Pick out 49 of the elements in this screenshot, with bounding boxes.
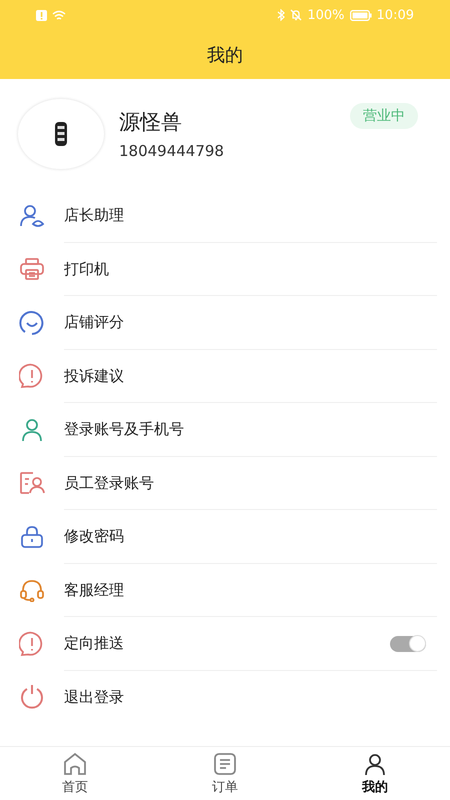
menu-item[interactable]: 店铺评分: [0, 296, 450, 350]
clock-time: 10:09: [376, 8, 414, 22]
battery-percent: 100%: [307, 8, 345, 22]
phone-number: 18049444798: [119, 142, 224, 160]
menu-item[interactable]: 投诉建议: [0, 350, 450, 403]
menu-item[interactable]: 打印机: [0, 242, 450, 296]
menu-label: 店铺评分: [64, 313, 125, 332]
page-title: 我的: [207, 44, 243, 68]
smile-icon: [19, 310, 45, 336]
bell-muted-icon: [290, 9, 302, 21]
battery-icon: [350, 10, 372, 20]
menu-label: 投诉建议: [64, 366, 125, 386]
store-name: 源怪兽: [119, 109, 182, 136]
menu-label: 打印机: [64, 260, 110, 279]
headset-icon: [19, 578, 45, 602]
wifi-icon: [52, 10, 66, 20]
document-icon: [213, 752, 237, 776]
menu-item[interactable]: 登录账号及手机号: [0, 403, 450, 456]
menu-item[interactable]: 客服经理: [0, 564, 450, 617]
notification-icon: [36, 10, 47, 20]
bluetooth-icon: [277, 9, 286, 21]
menu-item[interactable]: 定向推送: [0, 617, 450, 670]
tab-item[interactable]: 我的: [300, 747, 450, 800]
home-icon: [62, 752, 88, 776]
id-card-icon: [19, 471, 45, 496]
status-badge: 营业中: [350, 103, 418, 129]
tab-item[interactable]: 订单: [150, 747, 300, 800]
printer-icon: [19, 257, 45, 282]
menu-label: 登录账号及手机号: [64, 420, 185, 440]
alert-icon: [19, 630, 45, 657]
toggle-switch[interactable]: [390, 636, 426, 652]
menu-item[interactable]: 店长助理: [0, 189, 450, 242]
menu-label: 定向推送: [64, 634, 125, 654]
user-icon: [20, 418, 44, 442]
user-icon: [363, 752, 387, 776]
menu-label: 店长助理: [64, 206, 125, 226]
logo-icon: [53, 120, 69, 148]
menu-item[interactable]: 修改密码: [0, 510, 450, 564]
menu-label: 客服经理: [64, 580, 125, 600]
menu-label: 修改密码: [64, 527, 125, 546]
user-chat-icon: [19, 204, 45, 228]
menu-item[interactable]: 退出登录: [0, 670, 450, 724]
alert-icon: [19, 363, 45, 390]
menu-item[interactable]: 员工登录账号: [0, 456, 450, 510]
menu-label: 退出登录: [64, 688, 125, 707]
power-icon: [19, 684, 45, 710]
tab-item[interactable]: 首页: [0, 747, 150, 800]
menu-label: 员工登录账号: [64, 474, 155, 493]
lock-icon: [20, 524, 44, 549]
